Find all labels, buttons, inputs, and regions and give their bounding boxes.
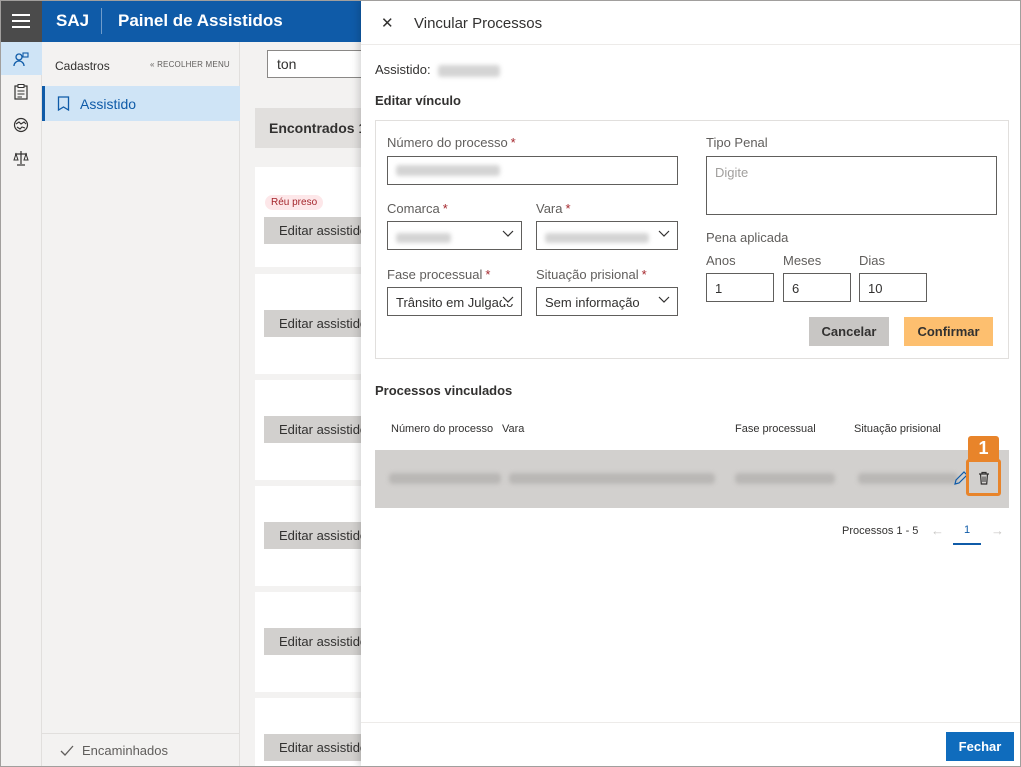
fase-value: Trânsito em Julgado — [396, 295, 514, 310]
fase-processual-select[interactable]: Trânsito em Julgado — [387, 287, 522, 316]
list-item: Editar assistido — [255, 486, 361, 586]
list-item: Editar assistido — [255, 380, 361, 480]
edit-assistido-button[interactable]: Editar assistido — [264, 522, 361, 549]
pagination-range: Processos 1 - 5 — [842, 525, 919, 537]
comarca-select[interactable] — [387, 221, 522, 250]
redacted-value — [396, 165, 500, 176]
sidebar-item-assistido[interactable]: Assistido — [42, 86, 240, 121]
app-title: Painel de Assistidos — [118, 11, 283, 30]
rail-clipboard-icon[interactable] — [0, 75, 42, 108]
confirm-button[interactable]: Confirmar — [904, 317, 993, 346]
redacted-value — [396, 232, 451, 243]
redacted-value — [545, 232, 649, 243]
edit-assistido-button[interactable]: Editar assistido — [264, 416, 361, 443]
callout-badge: 1 — [968, 436, 999, 460]
redacted-value — [509, 473, 715, 484]
situacao-label: Situação prisional * — [536, 267, 647, 282]
close-button[interactable]: Fechar — [946, 732, 1014, 761]
vara-label: Vara * — [536, 201, 571, 216]
numero-label: Número do processo * — [387, 135, 516, 150]
pencil-icon[interactable] — [953, 470, 967, 486]
redacted-name — [438, 64, 501, 77]
pagination-page[interactable]: 1 — [953, 517, 981, 545]
table-row — [375, 450, 1009, 508]
assistido-label: Assistido: — [375, 62, 431, 77]
meses-input[interactable]: 6 — [783, 273, 851, 302]
sidebar-header: Cadastros — [55, 59, 110, 73]
edit-section-title: Editar vínculo — [375, 93, 461, 108]
dias-input[interactable]: 10 — [859, 273, 927, 302]
rail-handshake-icon[interactable] — [0, 108, 42, 141]
tipo-penal-label: Tipo Penal — [706, 135, 768, 150]
list-item: Editar assistido — [255, 592, 361, 692]
situacao-value: Sem informação — [545, 295, 640, 310]
pena-aplicada-label: Pena aplicada — [706, 230, 789, 245]
situacao-prisional-select[interactable]: Sem informação — [536, 287, 678, 316]
trash-icon — [978, 471, 989, 485]
edit-form: Número do processo * Comarca * Vara * Fase … — [375, 120, 1009, 359]
tipo-penal-textarea[interactable]: Digite — [706, 156, 997, 215]
edit-assistido-button[interactable]: Editar assistido — [264, 734, 361, 761]
redacted-value — [389, 473, 501, 484]
close-icon[interactable]: ✕ — [381, 14, 394, 32]
rail-user-icon[interactable] — [0, 42, 42, 75]
column-header-fase: Fase processual — [735, 423, 816, 435]
search-input[interactable]: ton — [267, 50, 361, 78]
sidebar-footer-label: Encaminhados — [82, 743, 168, 758]
collapse-menu-button[interactable]: « RECOLHER MENU — [150, 60, 230, 69]
list-item: Réu preso Editar assistido — [255, 167, 361, 267]
sidebar-item-label: Assistido — [80, 95, 137, 112]
edit-assistido-button[interactable]: Editar assistido — [264, 310, 361, 337]
arrow-left-icon[interactable]: ← — [931, 523, 944, 538]
brand-logo: SAJ — [56, 11, 90, 30]
divider — [361, 44, 1021, 45]
anos-label: Anos — [706, 253, 736, 268]
check-icon — [60, 745, 74, 756]
anos-input[interactable]: 1 — [706, 273, 774, 302]
bookmark-icon — [57, 96, 70, 111]
divider — [361, 722, 1021, 723]
chevron-down-icon — [658, 230, 670, 237]
rail-scales-icon[interactable] — [0, 141, 42, 174]
column-header-numero: Número do processo — [391, 423, 494, 435]
arrow-right-icon[interactable]: → — [991, 523, 1004, 538]
brand-separator — [101, 8, 102, 34]
edit-assistido-button[interactable]: Editar assistido — [264, 628, 361, 655]
dias-label: Dias — [859, 253, 886, 268]
vara-select[interactable] — [536, 221, 678, 250]
sidebar: Cadastros « RECOLHER MENU Assistido Enca… — [42, 42, 240, 767]
vincular-processos-panel: ✕ Vincular Processos Assistido: Editar v… — [361, 0, 1021, 767]
meses-label: Meses — [783, 253, 822, 268]
assistido-info: Assistido: — [375, 62, 501, 77]
redacted-value — [858, 473, 958, 484]
icon-rail — [0, 42, 42, 767]
sidebar-item-encaminhados[interactable]: Encaminhados — [42, 733, 240, 767]
fase-label: Fase processual * — [387, 267, 491, 282]
panel-title: Vincular Processos — [414, 15, 543, 32]
chevron-down-icon — [502, 296, 514, 304]
main-content: ton Encontrados 10 Réu preso Editar assi… — [240, 42, 361, 767]
results-count: Encontrados 10 — [255, 108, 361, 148]
delete-row-button[interactable] — [966, 459, 1001, 496]
list-item: Editar assistido — [255, 698, 361, 767]
redacted-value — [735, 473, 835, 484]
cancel-button[interactable]: Cancelar — [809, 317, 889, 346]
chevron-down-icon — [502, 230, 514, 237]
linked-section-title: Processos vinculados — [375, 383, 513, 398]
comarca-label: Comarca * — [387, 201, 448, 216]
list-item: Editar assistido — [255, 274, 361, 374]
edit-assistido-button[interactable]: Editar assistido — [264, 217, 361, 244]
column-header-vara: Vara — [502, 423, 525, 435]
hamburger-menu-icon[interactable] — [0, 0, 42, 42]
chevron-down-icon — [658, 296, 670, 303]
column-header-situacao: Situação prisional — [854, 423, 941, 435]
status-badge: Réu preso — [265, 195, 324, 210]
numero-processo-input[interactable] — [387, 156, 678, 185]
